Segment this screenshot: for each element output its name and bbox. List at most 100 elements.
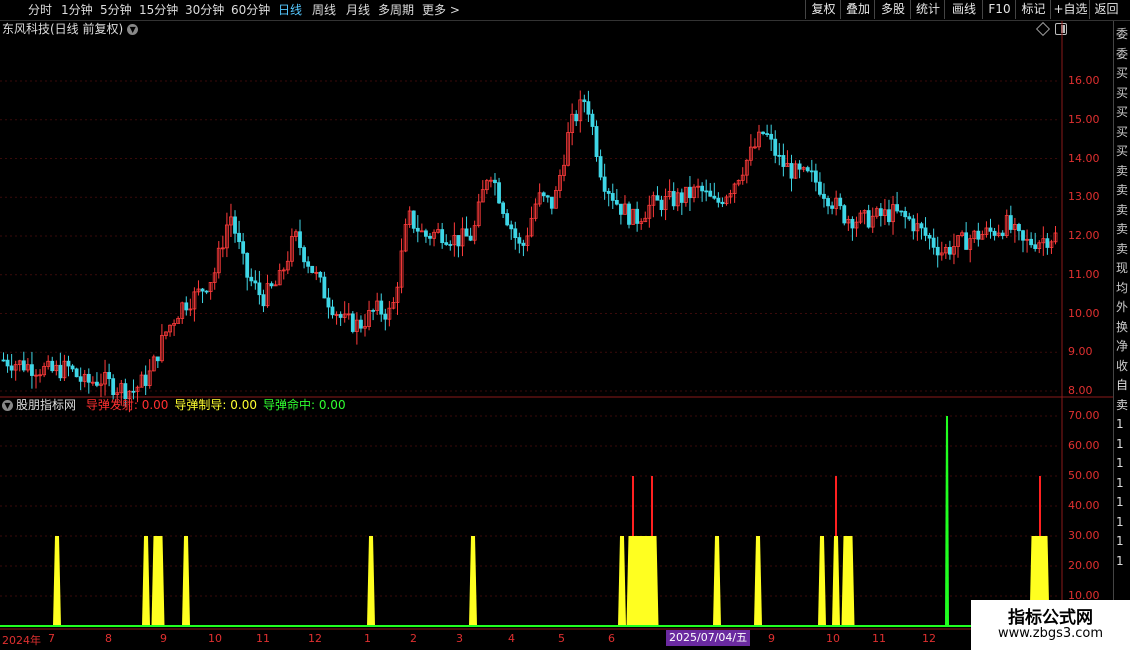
time-tick-label: 4 (508, 632, 515, 645)
candle-body (598, 156, 603, 178)
candle-body (907, 216, 912, 220)
toolbar-button-8[interactable]: 返回 (1089, 0, 1123, 19)
candle-body (513, 228, 518, 239)
toolbar-button-1[interactable]: 叠加 (840, 0, 875, 19)
period-tab-9[interactable]: 多周期 (378, 0, 414, 20)
candle-body (5, 359, 10, 367)
candle-body (830, 205, 835, 209)
candle-body (866, 210, 871, 228)
period-tab-0[interactable]: 分时 (28, 0, 52, 20)
side-panel-label: 自 (1116, 378, 1129, 392)
time-tick-label: 8 (105, 632, 112, 645)
indicator-value-2: 导弹命中: 0.00 (263, 398, 346, 412)
candle-body (509, 224, 514, 230)
candle-body (237, 232, 241, 243)
candle-body (1017, 224, 1021, 232)
candle-body (204, 290, 209, 293)
guide-bar (832, 536, 840, 626)
period-tab-5[interactable]: 60分钟 (231, 0, 270, 20)
time-tick-label: 10 (826, 632, 840, 645)
side-panel-label: 均 (1116, 280, 1129, 295)
toolbar-button-5[interactable]: F10 (982, 0, 1016, 19)
guide-bar (151, 536, 165, 626)
price-tick-label: 8.00 (1068, 384, 1093, 397)
side-panel-label: 买 (1116, 85, 1129, 100)
period-tab-3[interactable]: 15分钟 (139, 0, 178, 20)
candle-body (716, 197, 721, 203)
candle-body (818, 181, 822, 195)
candle-body (253, 280, 258, 284)
candle-body (200, 288, 205, 292)
candle-body (233, 216, 237, 234)
candle-body (123, 383, 128, 400)
launch-bar (651, 476, 653, 537)
candle-body (549, 196, 554, 209)
candle-body (931, 237, 936, 248)
candle-body (777, 154, 782, 157)
candle-body (66, 360, 71, 367)
side-panel-label: 买 (1116, 124, 1129, 139)
candle-body (86, 373, 91, 383)
candle-body (330, 306, 335, 316)
candle-body (708, 190, 713, 197)
candle-body (310, 265, 315, 273)
launch-bar (835, 476, 837, 537)
time-tick-label: 6 (608, 632, 615, 645)
period-tab-10[interactable]: 更多 > (422, 0, 460, 20)
quote-side-panel[interactable]: 委委买买买买买卖卖卖卖卖现均外换净收自卖11111111 (1113, 21, 1130, 650)
candle-body (976, 230, 981, 240)
candle-body (444, 242, 449, 245)
date-badge: 2025/07/04/五 (666, 630, 751, 646)
period-tab-2[interactable]: 5分钟 (100, 0, 132, 20)
guide-bar (645, 536, 659, 626)
candle-body (1033, 244, 1038, 249)
time-tick-label: 10 (208, 632, 222, 645)
candle-body (448, 244, 453, 246)
candle-body (298, 231, 302, 248)
time-tick-label: 11 (872, 632, 886, 645)
candle-body (50, 360, 55, 372)
time-tick-label: 12 (922, 632, 936, 645)
candle-body (269, 283, 274, 287)
candle-body (899, 210, 904, 213)
candle-body (582, 99, 587, 103)
period-tab-8[interactable]: 月线 (346, 0, 370, 20)
candle-body (919, 223, 924, 229)
collapse-icon[interactable]: ▼ (2, 400, 13, 411)
candle-body (923, 227, 928, 236)
guide-bar (713, 536, 721, 626)
candle-body (700, 185, 705, 192)
candle-body (456, 235, 461, 247)
candle-body (440, 229, 445, 244)
candle-body (594, 126, 599, 157)
toolbar-button-3[interactable]: 统计 (910, 0, 945, 19)
toolbar-button-7[interactable]: +自选 (1050, 0, 1090, 19)
period-tab-4[interactable]: 30分钟 (185, 0, 224, 20)
candle-body (468, 235, 473, 241)
toolbar-button-0[interactable]: 复权 (805, 0, 841, 19)
guide-bar (182, 536, 190, 626)
side-panel-label: 卖 (1116, 202, 1129, 217)
candle-body (635, 208, 640, 224)
candle-body (574, 113, 579, 122)
candle-body (618, 203, 623, 215)
candle-body (359, 319, 363, 329)
period-tab-1[interactable]: 1分钟 (61, 0, 93, 20)
period-toolbar: 分时 1分钟 5分钟 15分钟 30分钟 60分钟 日线 周线 月线 多周期 更多 > 复权 叠加 多股… (0, 0, 1130, 21)
toolbar-button-4[interactable]: 画线 (944, 0, 983, 19)
time-tick-label: 11 (256, 632, 270, 645)
period-tab-7[interactable]: 周线 (312, 0, 336, 20)
price-tick-label: 13.00 (1068, 190, 1100, 204)
candle-body (773, 138, 778, 156)
candle-body (809, 170, 814, 173)
candle-body (497, 182, 501, 204)
candle-body (789, 163, 794, 179)
candle-body (610, 193, 615, 201)
period-tab-6[interactable]: 日线 (278, 0, 302, 20)
candle-body (338, 314, 343, 318)
candle-body (720, 201, 725, 205)
side-panel-label: 买 (1116, 105, 1129, 119)
toolbar-button-6[interactable]: 标记 (1015, 0, 1051, 19)
toolbar-button-2[interactable]: 多股 (874, 0, 911, 19)
chart-canvas[interactable] (0, 21, 1113, 650)
